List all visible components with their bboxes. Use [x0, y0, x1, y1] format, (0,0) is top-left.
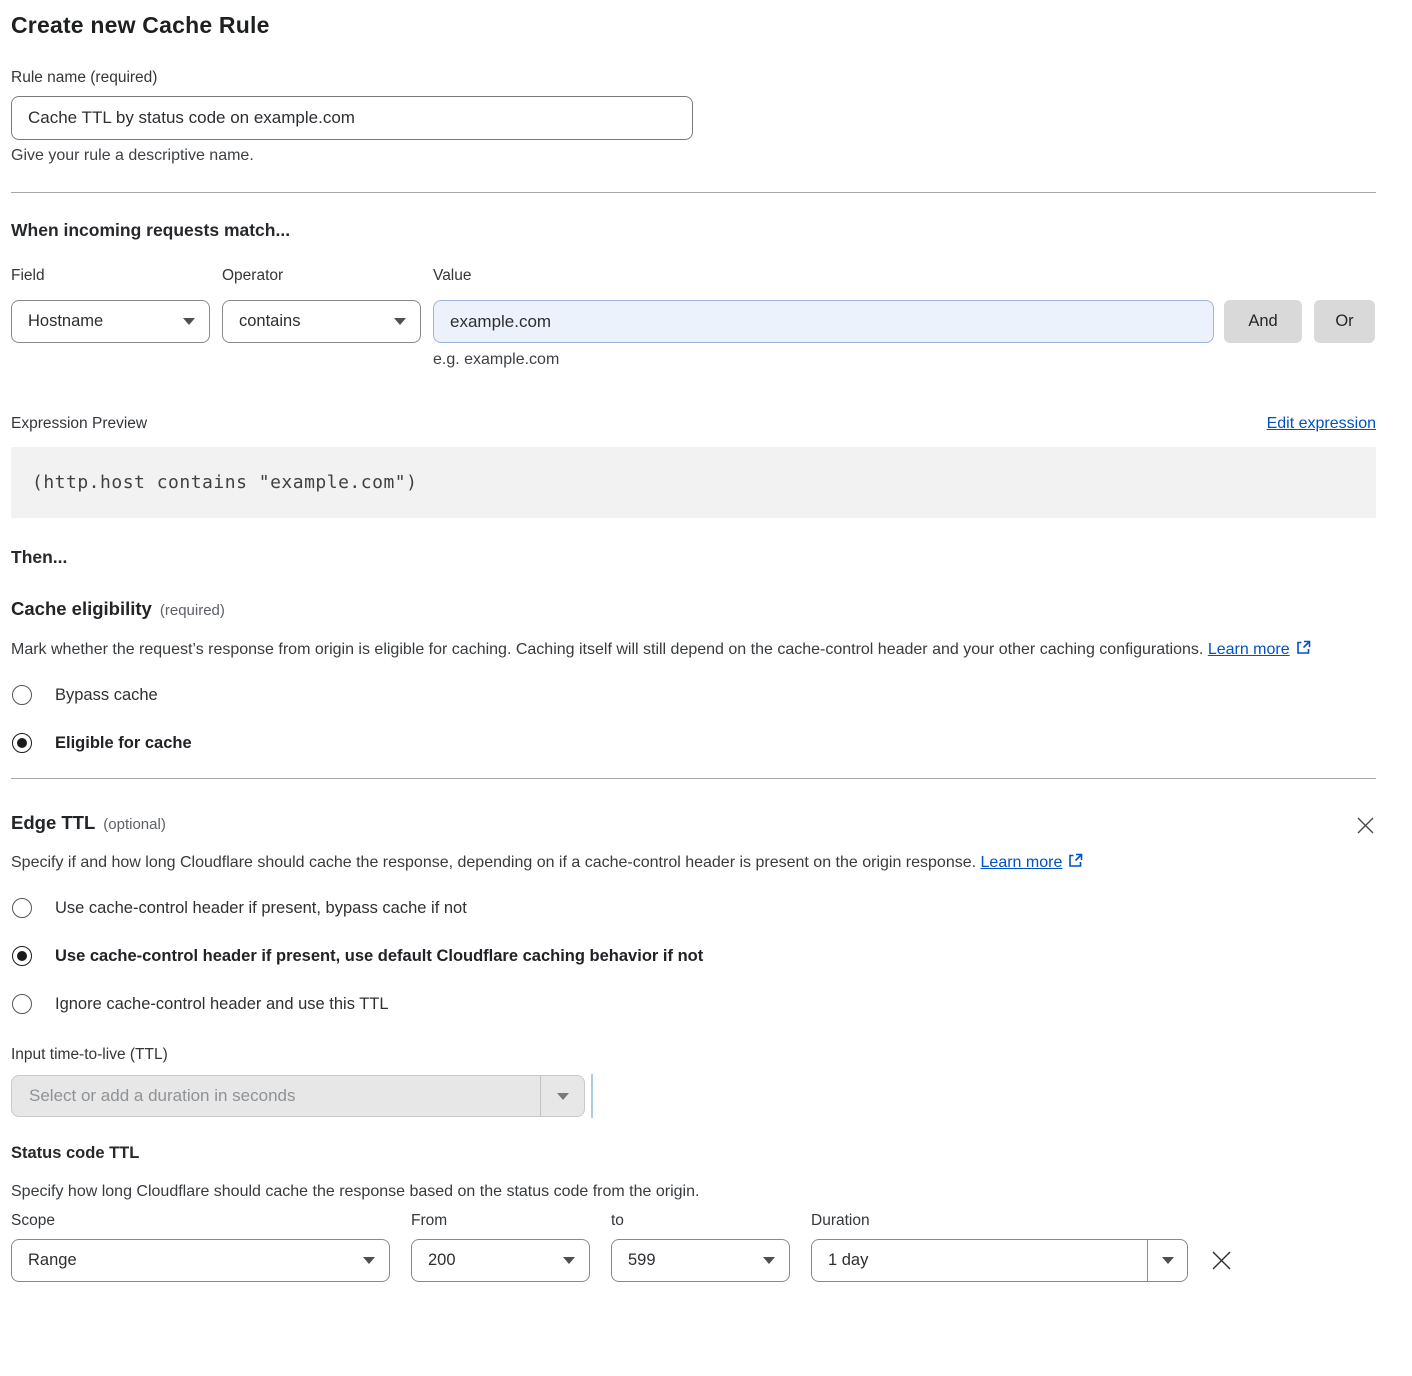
ttl-select-arrow-box[interactable]: [540, 1076, 584, 1116]
or-button[interactable]: Or: [1314, 300, 1375, 343]
radio-unselected-icon[interactable]: [12, 685, 32, 705]
ttl-input-label: Input time-to-live (TTL): [11, 1046, 1376, 1064]
ttl-select-placeholder: Select or add a duration in seconds: [12, 1086, 296, 1106]
duration-label: Duration: [811, 1212, 870, 1230]
section-divider: [11, 778, 1376, 779]
duration-select-arrow-box[interactable]: [1147, 1240, 1187, 1281]
remove-row-icon[interactable]: [1209, 1248, 1234, 1273]
value-helper: e.g. example.com: [433, 351, 1376, 369]
edge-ttl-heading: Edge TTL (optional): [11, 812, 166, 834]
chevron-down-icon: [183, 318, 195, 325]
radio-unselected-icon[interactable]: [12, 898, 32, 918]
from-select-value: 200: [428, 1251, 456, 1270]
radio-label: Eligible for cache: [55, 734, 192, 753]
expression-code-block: (http.host contains "example.com"): [11, 447, 1376, 518]
expression-preview-row: Expression Preview Edit expression: [11, 415, 1376, 433]
duration-select[interactable]: 1 day: [811, 1239, 1188, 1282]
value-label: Value: [433, 267, 472, 285]
operator-select-value: contains: [239, 312, 300, 331]
match-condition-row: Hostname contains And Or: [11, 300, 1376, 343]
to-label: to: [611, 1212, 811, 1230]
status-ttl-labels-row: Scope From to Duration: [11, 1212, 1376, 1230]
match-labels-row: Field Operator Value: [11, 267, 1376, 285]
field-label: Field: [11, 267, 222, 285]
expression-preview-label: Expression Preview: [11, 415, 147, 433]
chevron-down-icon: [763, 1257, 775, 1264]
close-icon[interactable]: [1355, 815, 1376, 836]
required-tag: (required): [160, 602, 225, 619]
match-heading: When incoming requests match...: [11, 220, 1376, 241]
edge-ttl-option-bypass[interactable]: Use cache-control header if present, byp…: [11, 898, 1376, 918]
to-select[interactable]: 599: [611, 1239, 790, 1282]
field-select-value: Hostname: [28, 312, 103, 331]
rule-name-input[interactable]: [11, 96, 693, 140]
radio-label: Bypass cache: [55, 686, 158, 705]
ttl-duration-select[interactable]: Select or add a duration in seconds: [11, 1075, 585, 1117]
scope-label: Scope: [11, 1212, 411, 1230]
cache-eligibility-title: Cache eligibility: [11, 598, 152, 619]
edge-ttl-learn-more-link[interactable]: Learn more: [981, 854, 1063, 871]
chevron-down-icon: [394, 318, 406, 325]
radio-selected-icon[interactable]: [12, 946, 32, 966]
expression-code: (http.host contains "example.com"): [32, 472, 417, 493]
section-divider: [11, 192, 1376, 193]
edge-ttl-option-ignore[interactable]: Ignore cache-control header and use this…: [11, 994, 1376, 1014]
chevron-down-icon: [1162, 1257, 1174, 1264]
status-ttl-row: Range 200 599 1 day: [11, 1239, 1376, 1282]
bypass-cache-option[interactable]: Bypass cache: [11, 685, 1376, 705]
create-cache-rule-form: Create new Cache Rule Rule name (require…: [0, 0, 1412, 1282]
cache-eligibility-description: Mark whether the request’s response from…: [11, 636, 1356, 664]
edit-expression-link[interactable]: Edit expression: [1267, 415, 1376, 433]
rule-name-label: Rule name (required): [11, 69, 1376, 87]
radio-selected-icon[interactable]: [12, 733, 32, 753]
chevron-down-icon: [563, 1257, 575, 1264]
then-heading: Then...: [11, 547, 1376, 568]
value-input[interactable]: [433, 300, 1214, 343]
edge-ttl-option-default[interactable]: Use cache-control header if present, use…: [11, 946, 1376, 966]
scope-select-value: Range: [28, 1251, 77, 1270]
operator-select[interactable]: contains: [222, 300, 421, 343]
duration-select-value: 1 day: [812, 1251, 868, 1270]
radio-unselected-icon[interactable]: [12, 994, 32, 1014]
optional-tag: (optional): [103, 816, 166, 833]
status-code-ttl-heading: Status code TTL: [11, 1144, 1376, 1163]
radio-label: Use cache-control header if present, byp…: [55, 899, 467, 918]
chevron-down-icon: [557, 1093, 569, 1100]
radio-label: Ignore cache-control header and use this…: [55, 995, 389, 1014]
external-link-icon: [1295, 639, 1312, 656]
radio-dot: [17, 738, 27, 748]
text-caret: [591, 1074, 593, 1118]
chevron-down-icon: [363, 1257, 375, 1264]
from-select[interactable]: 200: [411, 1239, 590, 1282]
ttl-select-wrap: Select or add a duration in seconds: [11, 1074, 1376, 1118]
status-code-ttl-description: Specify how long Cloudflare should cache…: [11, 1183, 1376, 1201]
radio-dot: [17, 951, 27, 961]
field-select[interactable]: Hostname: [11, 300, 210, 343]
cache-eligibility-heading: Cache eligibility (required): [11, 598, 1376, 620]
external-link-icon: [1067, 852, 1084, 869]
cache-eligibility-description-text: Mark whether the request’s response from…: [11, 641, 1203, 658]
edge-ttl-description: Specify if and how long Cloudflare shoul…: [11, 849, 1116, 877]
cache-eligibility-learn-more-link[interactable]: Learn more: [1208, 641, 1290, 658]
edge-ttl-title: Edge TTL: [11, 812, 95, 833]
operator-label: Operator: [222, 267, 433, 285]
edge-ttl-header: Edge TTL (optional): [11, 812, 1376, 836]
and-button[interactable]: And: [1224, 300, 1302, 343]
rule-name-helper: Give your rule a descriptive name.: [11, 147, 1376, 165]
page-title: Create new Cache Rule: [11, 12, 1376, 39]
eligible-for-cache-option[interactable]: Eligible for cache: [11, 733, 1376, 753]
to-select-value: 599: [628, 1251, 656, 1270]
radio-label: Use cache-control header if present, use…: [55, 947, 703, 966]
edge-ttl-description-text: Specify if and how long Cloudflare shoul…: [11, 854, 976, 871]
from-label: From: [411, 1212, 611, 1230]
scope-select[interactable]: Range: [11, 1239, 390, 1282]
